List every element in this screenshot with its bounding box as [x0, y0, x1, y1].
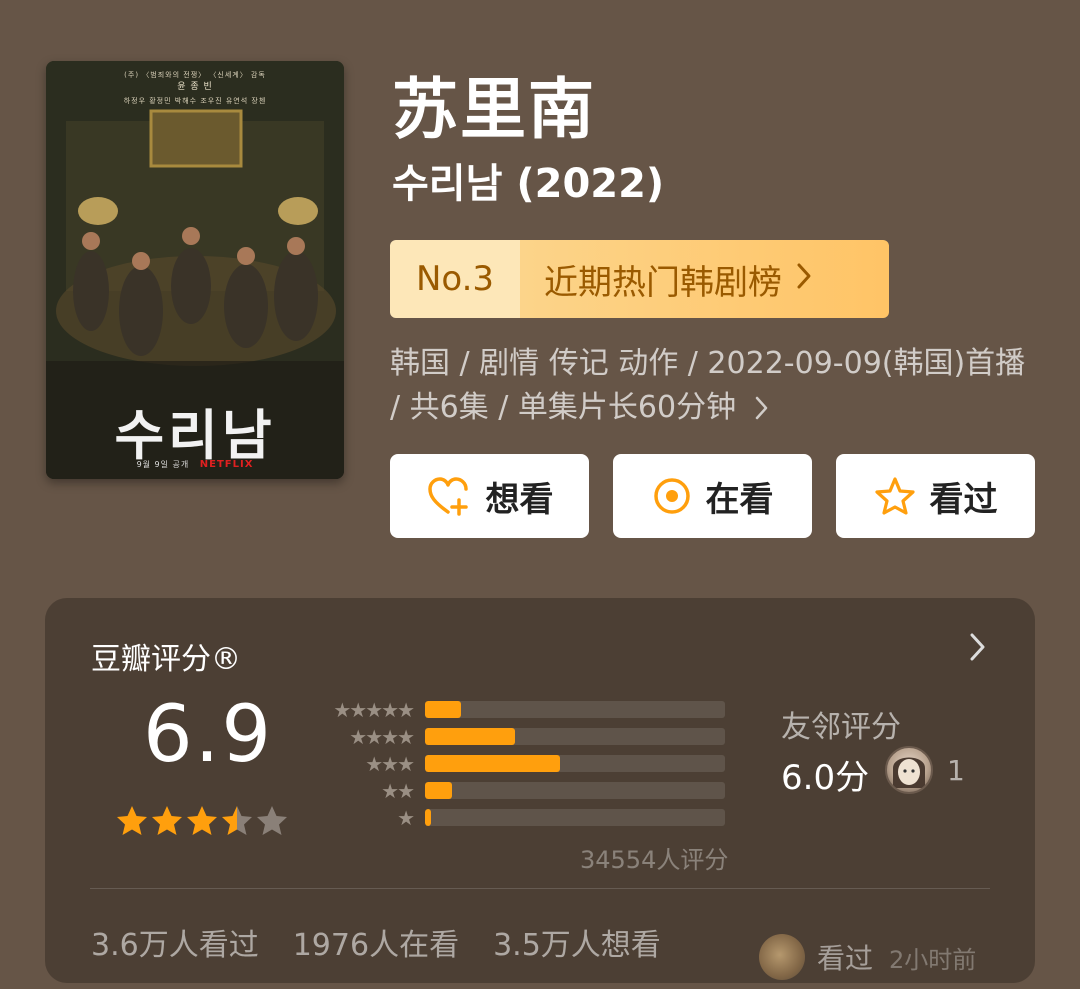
distribution-row: ★	[315, 804, 745, 831]
distribution-row: ★★★★	[315, 723, 745, 750]
watched-label: 看过	[929, 479, 998, 520]
distribution-row: ★★	[315, 777, 745, 804]
star-icon	[257, 806, 287, 835]
friends-rating-score: 6.0分	[781, 758, 870, 798]
distribution-stars: ★★★★	[349, 724, 415, 749]
watching-button[interactable]: 在看	[613, 454, 812, 538]
rating-title: 豆瓣评分®	[91, 642, 241, 677]
distribution-bar	[425, 728, 515, 745]
meta-info[interactable]: 韩国 / 剧情 传记 动作 / 2022-09-09(韩国)首播 / 共6集 /…	[390, 342, 1040, 430]
rating-card[interactable]: 豆瓣评分® 6.9 ★★★★★ ★★★★ ★★★ ★★ ★ 34554人评分 友邻评分 …	[45, 598, 1035, 983]
watched-button[interactable]: 看过	[836, 454, 1035, 538]
distribution-bar	[425, 809, 431, 826]
distribution-track	[425, 782, 725, 799]
page-title: 苏里南	[392, 71, 596, 148]
chevron-right-icon	[796, 259, 812, 299]
distribution-track	[425, 755, 725, 772]
avatar	[759, 934, 805, 980]
friends-rating-label: 友邻评分	[781, 710, 901, 745]
distribution-stars: ★★	[381, 778, 415, 803]
want-to-watch-button[interactable]: 想看	[390, 454, 589, 538]
friends-count: 1	[947, 754, 965, 787]
divider	[90, 888, 990, 889]
distribution-track	[425, 809, 725, 826]
star-icon	[152, 806, 182, 835]
original-title: 수리남 (2022)	[392, 161, 665, 207]
distribution-track	[425, 728, 725, 745]
rank-list: 近期热门韩剧榜	[520, 240, 889, 318]
watching-label: 在看	[705, 479, 774, 520]
chevron-right-icon[interactable]	[969, 632, 987, 666]
activity-action: 看过	[817, 942, 874, 975]
star-icon	[222, 806, 252, 835]
star-icon	[117, 806, 147, 835]
watched-count: 3.6万人看过	[91, 928, 259, 963]
distribution-bar	[425, 701, 461, 718]
distribution-bar	[425, 782, 452, 799]
poster-image[interactable]: (주) 〈범죄와의 전쟁〉 〈신세계〉 감독 윤 종 빈 하정우 황정민 박해수…	[46, 61, 344, 479]
distribution-stars: ★	[397, 805, 415, 830]
target-icon	[653, 478, 690, 514]
distribution-stars: ★★★★★	[333, 697, 415, 722]
rank-number: No.3	[390, 240, 520, 318]
star-icon	[874, 477, 915, 515]
rank-list-label: 近期热门韩剧榜	[544, 262, 782, 303]
friend-activity[interactable]: 看过 2小时前	[759, 934, 976, 980]
ranking-badge[interactable]: No.3 近期热门韩剧榜	[390, 240, 889, 318]
poster-netflix-logo: 9월 9일 공개 NETFLIX	[136, 459, 254, 470]
score-stars	[115, 804, 289, 838]
distribution-row: ★★★	[315, 750, 745, 777]
watch-stats: 3.6万人看过 1976人在看 3.5万人想看	[91, 920, 661, 964]
distribution-stars: ★★★	[365, 751, 415, 776]
rating-distribution: ★★★★★ ★★★★ ★★★ ★★ ★	[315, 696, 745, 831]
avatar[interactable]	[885, 746, 933, 794]
want-to-watch-label: 想看	[485, 479, 554, 520]
meta-text: 韩国 / 剧情 传记 动作 / 2022-09-09(韩国)首播 / 共6集 /…	[390, 346, 1026, 425]
activity-time: 2小时前	[889, 945, 977, 974]
rating-count: 34554人评分	[580, 846, 729, 874]
star-icon	[187, 806, 217, 835]
distribution-bar	[425, 755, 560, 772]
douban-score: 6.9	[143, 690, 274, 780]
want-count: 3.5万人想看	[493, 928, 661, 963]
chevron-right-icon	[746, 390, 770, 425]
poster-credits: (주) 〈범죄와의 전쟁〉 〈신세계〉 감독 윤 종 빈 하정우 황정민 박해수…	[123, 71, 267, 105]
distribution-row: ★★★★★	[315, 696, 745, 723]
distribution-track	[425, 701, 725, 718]
watching-count: 1976人在看	[292, 928, 460, 963]
heart-plus-icon	[427, 477, 468, 516]
